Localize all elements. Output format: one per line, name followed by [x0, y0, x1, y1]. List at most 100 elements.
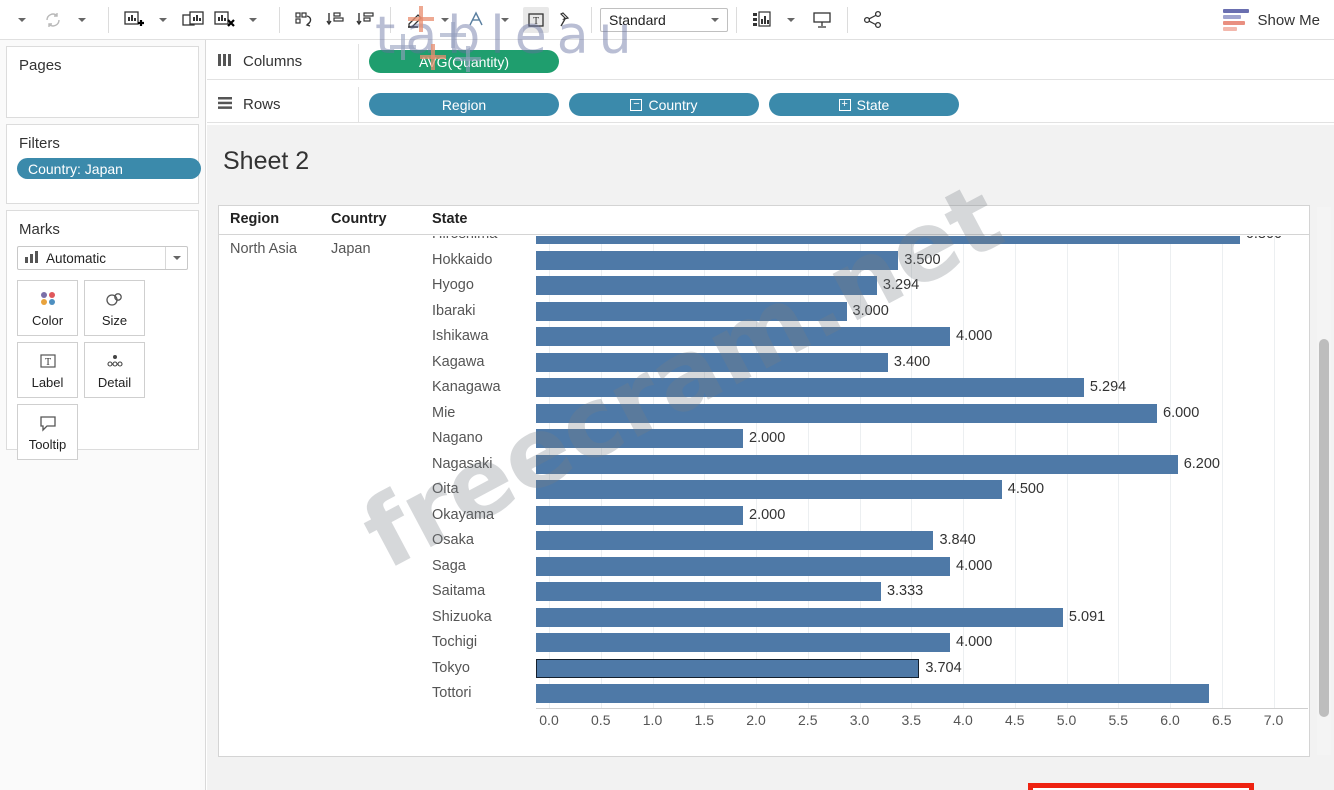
undo-redo-dropdown-icon[interactable] — [10, 7, 36, 33]
mark-type-dropdown[interactable]: Automatic — [17, 246, 188, 270]
row-label-region[interactable]: North Asia — [230, 241, 297, 257]
pill-avg-quantity[interactable]: AVG(Quantity) — [369, 50, 559, 73]
new-worksheet-dropdown-icon[interactable] — [151, 7, 177, 33]
bar-row[interactable]: 4.000 — [536, 554, 1308, 580]
bar[interactable] — [536, 454, 1178, 474]
bar-row[interactable]: 3.500 — [536, 248, 1308, 274]
bar[interactable] — [536, 352, 888, 372]
header-state[interactable]: State — [432, 211, 467, 227]
bar[interactable] — [536, 378, 1084, 397]
clear-sheet-icon[interactable] — [211, 7, 237, 33]
filter-pill-country[interactable]: Country: Japan — [17, 158, 201, 179]
bar-row[interactable]: 2.000 — [536, 426, 1308, 452]
bar[interactable] — [536, 582, 881, 601]
bar[interactable] — [536, 276, 877, 295]
state-row-label[interactable]: Nagano — [432, 426, 483, 452]
bar-row[interactable]: 4.000 — [536, 630, 1308, 656]
bar[interactable] — [536, 505, 743, 525]
state-row-label[interactable]: Ishikawa — [432, 324, 488, 350]
state-row-label[interactable]: Kagawa — [432, 350, 484, 376]
show-me-button[interactable]: Show Me — [1223, 9, 1320, 31]
collapse-minus-icon[interactable]: − — [630, 98, 643, 111]
totals-icon[interactable] — [749, 7, 775, 33]
bar[interactable] — [536, 236, 1240, 244]
state-row-label[interactable]: Yamaguchi — [432, 707, 503, 709]
row-label-country[interactable]: Japan — [331, 241, 371, 257]
bar[interactable] — [536, 684, 1209, 703]
pill-region[interactable]: Region — [369, 93, 559, 116]
vertical-scrollbar[interactable] — [1317, 207, 1331, 755]
fix-axes-icon[interactable] — [553, 7, 579, 33]
bar[interactable] — [536, 531, 934, 550]
bar-row[interactable]: 6.800 — [536, 236, 1308, 248]
state-row-label[interactable]: Mie — [432, 401, 455, 427]
share-icon[interactable] — [860, 7, 886, 33]
pill-state[interactable]: + State — [769, 93, 959, 116]
expand-plus-icon[interactable]: + — [838, 98, 851, 111]
bar-row[interactable]: 3.000 — [536, 299, 1308, 325]
state-row-label[interactable]: Ibaraki — [432, 299, 476, 325]
bar-row[interactable]: 3.333 — [536, 579, 1308, 605]
group-icon[interactable] — [463, 7, 489, 33]
bar[interactable] — [536, 480, 1002, 499]
bar-row[interactable]: 4.500 — [536, 477, 1308, 503]
refresh-icon[interactable] — [40, 7, 66, 33]
bar[interactable] — [536, 429, 743, 448]
bar-row[interactable]: 5.294 — [536, 375, 1308, 401]
bar-row[interactable]: 6.000 — [536, 401, 1308, 427]
marks-color-button[interactable]: Color — [17, 280, 78, 336]
state-row-label[interactable]: Tottori — [432, 681, 472, 707]
highlight-icon[interactable] — [403, 7, 429, 33]
bar-row[interactable]: 3.704 — [536, 656, 1308, 682]
bar-row[interactable]: 4.000 — [536, 324, 1308, 350]
marks-detail-button[interactable]: Detail — [84, 342, 145, 398]
rows-shelf[interactable]: Rows Region − Country + State — [207, 86, 1334, 123]
new-worksheet-icon[interactable] — [121, 7, 147, 33]
state-row-label[interactable]: Hokkaido — [432, 248, 492, 274]
state-row-label[interactable]: Saitama — [432, 579, 485, 605]
rows-drop-area[interactable]: Region − Country + State — [359, 93, 959, 116]
totals-dropdown-icon[interactable] — [779, 7, 805, 33]
clear-dropdown-icon[interactable] — [241, 7, 267, 33]
columns-drop-area[interactable]: AVG(Quantity) — [359, 50, 559, 73]
header-region[interactable]: Region — [230, 211, 279, 227]
bar-row[interactable]: 6.200 — [536, 452, 1308, 478]
bar-row[interactable]: 2.000 — [536, 503, 1308, 529]
bar-row[interactable] — [536, 681, 1308, 707]
bar[interactable] — [536, 556, 950, 576]
bar-row[interactable]: 3.294 — [536, 273, 1308, 299]
bar[interactable] — [536, 327, 950, 346]
state-row-label[interactable]: Nagasaki — [432, 452, 492, 478]
highlight-dropdown-icon[interactable] — [433, 7, 459, 33]
duplicate-sheet-icon[interactable] — [181, 7, 207, 33]
bar[interactable] — [536, 607, 1063, 627]
refresh-dropdown-icon[interactable] — [70, 7, 96, 33]
bar-row[interactable]: 3.400 — [536, 350, 1308, 376]
swap-rows-cols-icon[interactable] — [292, 7, 318, 33]
bar[interactable] — [536, 658, 920, 678]
marks-label-button[interactable]: T Label — [17, 342, 78, 398]
sort-descending-icon[interactable] — [352, 7, 378, 33]
bar-row[interactable]: 3.840 — [536, 528, 1308, 554]
marks-tooltip-button[interactable]: Tooltip — [17, 404, 78, 460]
sort-ascending-icon[interactable] — [322, 7, 348, 33]
columns-shelf[interactable]: Columns AVG(Quantity) — [207, 43, 1334, 80]
state-row-label[interactable]: Hyogo — [432, 273, 474, 299]
state-row-label[interactable]: Saga — [432, 554, 466, 580]
state-row-label[interactable]: Tochigi — [432, 630, 477, 656]
state-row-label[interactable]: Kanagawa — [432, 375, 501, 401]
fit-dropdown[interactable]: Standard — [600, 7, 728, 32]
bar[interactable] — [536, 250, 899, 270]
bar[interactable] — [536, 301, 847, 321]
state-row-label[interactable]: Osaka — [432, 528, 474, 554]
state-row-label[interactable]: Oita — [432, 477, 459, 503]
mark-type-chevron-down-icon[interactable] — [165, 247, 187, 269]
state-row-label[interactable]: Hiroshima — [432, 236, 497, 248]
presentation-mode-icon[interactable] — [809, 7, 835, 33]
state-row-label[interactable]: Shizuoka — [432, 605, 492, 631]
marks-size-button[interactable]: Size — [84, 280, 145, 336]
pill-country[interactable]: − Country — [569, 93, 759, 116]
filters-shelf-card[interactable]: Filters Country: Japan — [6, 124, 201, 204]
vertical-scrollbar-thumb[interactable] — [1319, 339, 1329, 717]
x-axis[interactable]: 0.0 0.5 1.0 1.5 2.0 2.5 3.0 3.5 4.0 4.5 5.0 5.5 6.0 6… — [536, 708, 1308, 734]
